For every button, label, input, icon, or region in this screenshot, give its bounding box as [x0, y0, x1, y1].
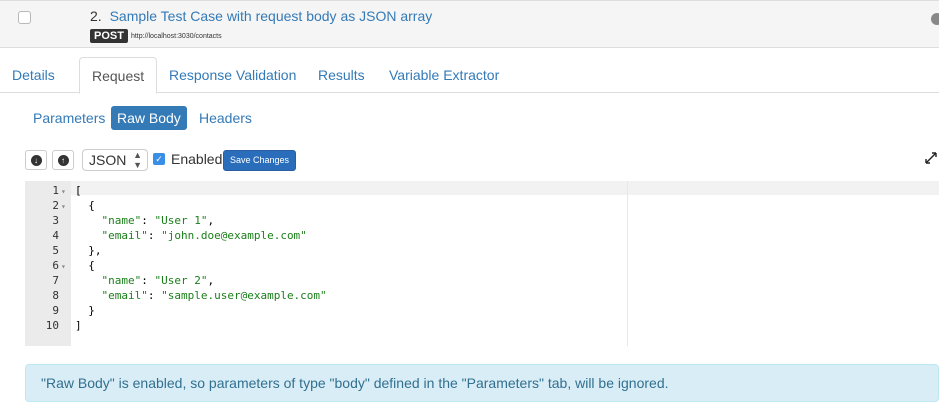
enabled-checkbox[interactable]: ✓: [153, 153, 165, 165]
settings-icon[interactable]: [931, 13, 939, 25]
expand-icon[interactable]: [925, 152, 937, 164]
download-button[interactable]: ↓: [25, 150, 47, 170]
code-text: ]: [75, 319, 82, 332]
line-number: 10: [45, 319, 59, 332]
fold-toggle-icon[interactable]: ▾: [59, 260, 71, 274]
line-number: 3: [52, 214, 59, 227]
line-number: 6: [52, 259, 59, 272]
json-value: "User 1": [154, 214, 208, 227]
pill-parameters[interactable]: Parameters: [33, 106, 105, 130]
pill-raw-body[interactable]: Raw Body: [111, 106, 187, 130]
code-line: 4 "email": "john.doe@example.com": [25, 229, 939, 243]
json-key: "name": [75, 214, 142, 227]
code-line: 9 }: [25, 304, 939, 318]
line-number: 1: [52, 184, 59, 197]
save-changes-button[interactable]: Save Changes: [223, 150, 297, 171]
json-colon: :: [141, 274, 155, 287]
code-line: 7 "name": "User 2",: [25, 274, 939, 288]
json-comma: ,: [207, 214, 215, 227]
tab-response-validation[interactable]: Response Validation: [169, 57, 296, 93]
tab-request[interactable]: Request: [79, 57, 158, 94]
json-key: "email": [75, 289, 148, 302]
upload-button[interactable]: ↑: [52, 150, 74, 170]
pill-headers[interactable]: Headers: [199, 106, 252, 130]
code-text: "email": "john.doe@example.com": [75, 229, 307, 243]
tab-results[interactable]: Results: [318, 57, 365, 93]
line-number: 5: [52, 244, 59, 257]
code-text: }: [75, 304, 95, 317]
line-number: 2: [52, 199, 59, 212]
detail-tabs: Details Request Response Validation Resu…: [0, 57, 939, 94]
line-number: 8: [52, 289, 59, 302]
testcase-number: 2.: [90, 8, 102, 24]
code-line: 2 ▾ {: [25, 199, 939, 213]
code-line: 3 "name": "User 1",: [25, 214, 939, 228]
code-line: 5 },: [25, 244, 939, 258]
json-value: "john.doe@example.com": [161, 229, 307, 242]
request-url: http://localhost:3030/contacts: [130, 32, 222, 40]
line-number: 9: [52, 304, 59, 317]
json-value: "User 2": [154, 274, 208, 287]
select-arrows-icon: ▲ ▼: [133, 150, 142, 170]
json-key: "name": [75, 274, 142, 287]
code-line: 6 ▾ {: [25, 259, 939, 273]
format-select[interactable]: JSON ▲ ▼: [82, 149, 148, 171]
json-comma: ,: [207, 274, 215, 287]
code-text: "email": "sample.user@example.com": [75, 289, 327, 303]
enabled-label: Enabled: [171, 151, 223, 167]
request-summary: POST http://localhost:3030/contacts: [90, 29, 222, 43]
method-badge: POST: [90, 29, 128, 43]
raw-body-info-alert: "Raw Body" is enabled, so parameters of …: [25, 364, 939, 402]
tab-details[interactable]: Details: [12, 57, 55, 93]
testcase-header: 2. Sample Test Case with request body as…: [0, 0, 939, 48]
json-colon: :: [147, 289, 162, 302]
code-text: },: [75, 244, 102, 257]
arrow-up-icon: ↑: [57, 154, 69, 166]
json-value: "sample.user@example.com": [161, 289, 327, 302]
code-text: {: [75, 259, 95, 272]
code-line: 1 ▾ [: [25, 184, 939, 198]
line-number: 7: [52, 274, 59, 287]
code-line: 8 "email": "sample.user@example.com": [25, 289, 939, 303]
json-colon: :: [141, 214, 155, 227]
tab-variable-extractor[interactable]: Variable Extractor: [389, 57, 499, 93]
code-line: 10]: [25, 319, 939, 333]
code-text: "name": "User 1",: [75, 214, 214, 228]
arrow-down-icon: ↓: [30, 154, 42, 166]
code-text: {: [75, 199, 95, 212]
code-text: "name": "User 2",: [75, 274, 214, 288]
format-select-value: JSON: [89, 152, 127, 168]
fold-toggle-icon[interactable]: ▾: [59, 200, 71, 214]
code-editor[interactable]: 1 ▾[2 ▾ {3 "name": "User 1", 4 "email": "jo…: [25, 181, 939, 346]
select-checkbox[interactable]: [18, 11, 31, 24]
json-key: "email": [75, 229, 148, 242]
json-colon: :: [147, 229, 162, 242]
testcase-title-link[interactable]: Sample Test Case with request body as JS…: [110, 8, 433, 24]
code-text: [: [75, 184, 82, 197]
fold-toggle-icon[interactable]: ▾: [59, 185, 71, 199]
testcase-title: 2. Sample Test Case with request body as…: [90, 8, 432, 24]
line-number: 4: [52, 229, 59, 242]
